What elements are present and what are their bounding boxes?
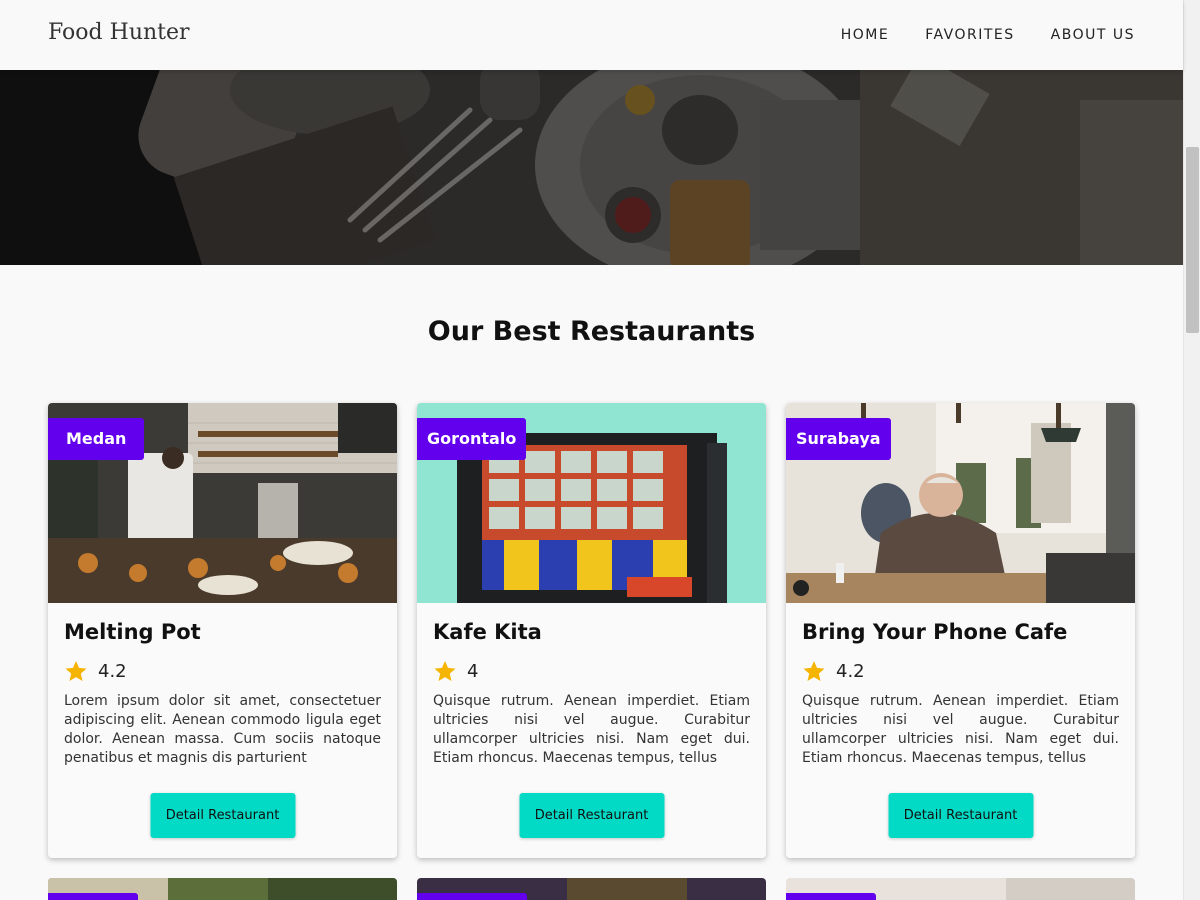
restaurant-description: Quisque rutrum. Aenean imperdiet. Etiam … bbox=[433, 693, 750, 766]
restaurant-card: Gorontalo Kafe Kita 4 Quisque rutrum. Ae… bbox=[417, 403, 766, 858]
main-nav: HOME FAVORITES ABOUT US bbox=[841, 27, 1135, 43]
restaurant-card: Surabaya Bring Your Phone Cafe 4.2 Quisq… bbox=[786, 403, 1135, 858]
restaurant-description: Lorem ipsum dolor sit amet, consectetuer… bbox=[64, 693, 381, 766]
app-header: Food Hunter HOME FAVORITES ABOUT US bbox=[0, 0, 1183, 70]
nav-about-us[interactable]: ABOUT US bbox=[1051, 27, 1135, 43]
restaurant-name[interactable]: Bring Your Phone Cafe bbox=[802, 620, 1067, 644]
rating: 4 bbox=[433, 659, 478, 683]
city-badge: Surabaya bbox=[786, 418, 891, 460]
rating-value: 4.2 bbox=[836, 660, 865, 682]
page-scrollbar[interactable] bbox=[1183, 0, 1200, 900]
rating-value: 4.2 bbox=[98, 660, 127, 682]
restaurant-name[interactable]: Melting Pot bbox=[64, 620, 201, 644]
nav-favorites[interactable]: FAVORITES bbox=[925, 27, 1014, 43]
brand-logo[interactable]: Food Hunter bbox=[48, 20, 190, 45]
detail-restaurant-button[interactable]: Detail Restaurant bbox=[519, 793, 664, 838]
restaurant-description: Quisque rutrum. Aenean imperdiet. Etiam … bbox=[802, 693, 1119, 766]
city-badge-partial bbox=[48, 893, 138, 900]
restaurant-card-partial[interactable] bbox=[48, 878, 397, 900]
restaurant-name[interactable]: Kafe Kita bbox=[433, 620, 542, 644]
city-badge-partial bbox=[417, 893, 527, 900]
city-badge: Medan bbox=[48, 418, 145, 460]
section-title: Our Best Restaurants bbox=[427, 316, 756, 347]
nav-home[interactable]: HOME bbox=[841, 27, 889, 43]
rating-value: 4 bbox=[467, 660, 479, 682]
star-icon bbox=[803, 661, 825, 681]
city-badge-partial bbox=[786, 893, 876, 900]
rating: 4.2 bbox=[802, 659, 865, 683]
star-icon bbox=[65, 661, 87, 681]
city-badge: Gorontalo bbox=[417, 418, 527, 460]
restaurant-card: Medan Melting Pot 4.2 Lorem ipsum dolor … bbox=[48, 403, 397, 858]
scrollbar-thumb[interactable] bbox=[1186, 147, 1199, 333]
restaurant-card-partial[interactable] bbox=[417, 878, 766, 900]
detail-restaurant-button[interactable]: Detail Restaurant bbox=[150, 793, 295, 838]
star-icon bbox=[434, 661, 456, 681]
restaurant-card-partial[interactable] bbox=[786, 878, 1135, 900]
hero-image bbox=[0, 70, 1183, 265]
detail-restaurant-button[interactable]: Detail Restaurant bbox=[888, 793, 1033, 838]
rating: 4.2 bbox=[64, 659, 127, 683]
